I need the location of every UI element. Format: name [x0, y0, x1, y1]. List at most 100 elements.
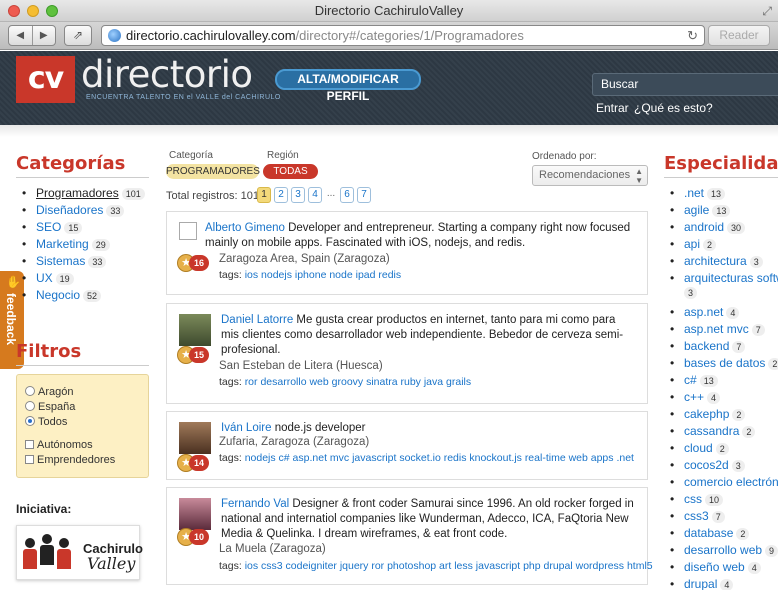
specialty-item[interactable]: api2: [670, 237, 778, 254]
avatar[interactable]: [179, 498, 211, 530]
radio-button[interactable]: [25, 401, 35, 411]
page-7[interactable]: 7: [357, 187, 371, 203]
category-label[interactable]: SEO: [36, 220, 61, 234]
specialty-item[interactable]: database2: [670, 526, 778, 543]
logo-text[interactable]: directorio: [81, 53, 253, 96]
specialty-label[interactable]: database: [684, 526, 733, 540]
page-6[interactable]: 6: [340, 187, 354, 203]
tag-links[interactable]: ios nodejs iphone node ipad redis: [245, 269, 401, 281]
forward-button[interactable]: ▶: [31, 26, 56, 45]
specialty-label[interactable]: c++: [684, 390, 704, 404]
logo-cv[interactable]: cv: [16, 56, 75, 103]
profile-name[interactable]: Fernando Val: [221, 498, 289, 510]
reader-button[interactable]: Reader: [708, 25, 770, 46]
specialty-label[interactable]: bases de datos: [684, 356, 765, 370]
specialty-item[interactable]: c#13: [670, 373, 778, 390]
radio-button[interactable]: [25, 386, 35, 396]
specialty-item[interactable]: drupal4: [670, 577, 778, 590]
share-button[interactable]: ⇗: [64, 25, 92, 46]
avatar[interactable]: [179, 314, 211, 346]
specialty-label[interactable]: android: [684, 220, 724, 234]
specialty-label[interactable]: arquitecturas software: [684, 271, 778, 285]
checkbox[interactable]: [25, 440, 34, 449]
search-input[interactable]: Buscar: [592, 73, 778, 96]
specialty-item[interactable]: architectura3: [670, 254, 778, 271]
category-item[interactable]: SEO15: [22, 220, 145, 237]
specialty-item[interactable]: diseño web4: [670, 560, 778, 577]
specialty-item[interactable]: bases de datos2: [670, 356, 778, 373]
category-item[interactable]: Diseñadores33: [22, 203, 145, 220]
category-label[interactable]: Marketing: [36, 237, 89, 251]
checkbox[interactable]: [25, 455, 34, 464]
region-filter-pill[interactable]: TODAS: [263, 164, 318, 179]
category-item[interactable]: Sistemas33: [22, 254, 145, 271]
specialty-item[interactable]: css37: [670, 509, 778, 526]
page-2[interactable]: 2: [274, 187, 288, 203]
specialty-item[interactable]: asp.net mvc7: [670, 322, 778, 339]
profile-name[interactable]: Daniel Latorre: [221, 314, 293, 326]
specialty-label[interactable]: .net: [684, 186, 704, 200]
specialty-label[interactable]: architectura: [684, 254, 747, 268]
specialty-label[interactable]: agile: [684, 203, 709, 217]
tag-links[interactable]: ror desarrollo web groovy sinatra ruby j…: [245, 376, 471, 388]
profile-name[interactable]: Alberto Gimeno: [205, 222, 285, 234]
specialty-item[interactable]: cocos2d3: [670, 458, 778, 475]
specialty-label[interactable]: cocos2d: [684, 458, 729, 472]
page-1[interactable]: 1: [257, 187, 271, 203]
specialty-item[interactable]: cloud2: [670, 441, 778, 458]
cachirulo-valley-logo[interactable]: Cachirulo Valley: [16, 525, 143, 580]
specialty-label[interactable]: drupal: [684, 577, 717, 590]
category-label[interactable]: UX: [36, 271, 53, 285]
order-select[interactable]: Recomendaciones ▲ ▼: [532, 165, 648, 186]
category-label[interactable]: Diseñadores: [36, 203, 103, 217]
specialty-label[interactable]: css3: [684, 509, 709, 523]
specialty-label[interactable]: css: [684, 492, 702, 506]
specialty-item[interactable]: .net13: [670, 186, 778, 203]
url-bar[interactable]: directorio.cachirulovalley.com/directory…: [101, 25, 705, 46]
tag-links[interactable]: nodejs c# asp.net mvc javascript socket.…: [245, 452, 634, 464]
reload-icon[interactable]: ↻: [687, 26, 698, 45]
specialty-item[interactable]: comercio electrónico: [670, 475, 778, 492]
category-item[interactable]: UX19: [22, 271, 145, 288]
fullscreen-icon[interactable]: ⤢: [762, 4, 772, 19]
specialty-item[interactable]: backend7: [670, 339, 778, 356]
radio-todos[interactable]: Todos: [25, 416, 67, 428]
specialty-label[interactable]: asp.net: [684, 305, 723, 319]
specialty-item[interactable]: arquitecturas software 3: [670, 271, 778, 305]
page-3[interactable]: 3: [291, 187, 305, 203]
category-filter-pill[interactable]: PROGRAMADORES: [166, 164, 260, 179]
category-label[interactable]: Negocio: [36, 288, 80, 302]
specialty-label[interactable]: cassandra: [684, 424, 739, 438]
radio-button-selected[interactable]: [25, 416, 35, 426]
specialty-item[interactable]: css10: [670, 492, 778, 509]
specialty-item[interactable]: cassandra2: [670, 424, 778, 441]
specialty-label[interactable]: comercio electrónico: [684, 475, 778, 489]
specialty-label[interactable]: diseño web: [684, 560, 745, 574]
specialty-item[interactable]: android30: [670, 220, 778, 237]
category-item[interactable]: Negocio52: [22, 288, 145, 305]
specialty-label[interactable]: desarrollo web: [684, 543, 762, 557]
alta-modificar-perfil-button[interactable]: ALTA/MODIFICAR PERFIL: [275, 69, 421, 103]
entrar-link[interactable]: Entrar: [596, 101, 629, 115]
specialty-label[interactable]: backend: [684, 339, 729, 353]
check-emprendedores[interactable]: Emprendedores: [25, 454, 115, 466]
category-item[interactable]: Marketing29: [22, 237, 145, 254]
specialty-label[interactable]: cloud: [684, 441, 713, 455]
avatar[interactable]: [179, 422, 211, 454]
tag-links[interactable]: ios css3 codeigniter jquery ror photosho…: [245, 560, 653, 572]
avatar[interactable]: [179, 222, 197, 240]
category-label[interactable]: Programadores: [36, 186, 119, 200]
specialty-item[interactable]: cakephp2: [670, 407, 778, 424]
page-4[interactable]: 4: [308, 187, 322, 203]
radio-espana[interactable]: España: [25, 401, 75, 413]
radio-aragon[interactable]: Aragón: [25, 386, 73, 398]
specialty-label[interactable]: api: [684, 237, 700, 251]
check-autonomos[interactable]: Autónomos: [25, 439, 93, 451]
specialty-item[interactable]: agile13: [670, 203, 778, 220]
category-label[interactable]: Sistemas: [36, 254, 85, 268]
specialty-label[interactable]: asp.net mvc: [684, 322, 749, 336]
que-es-esto-link[interactable]: ¿Qué es esto?: [634, 101, 713, 115]
specialty-label[interactable]: c#: [684, 373, 697, 387]
specialty-item[interactable]: desarrollo web9: [670, 543, 778, 560]
back-button[interactable]: ◀: [9, 26, 32, 45]
